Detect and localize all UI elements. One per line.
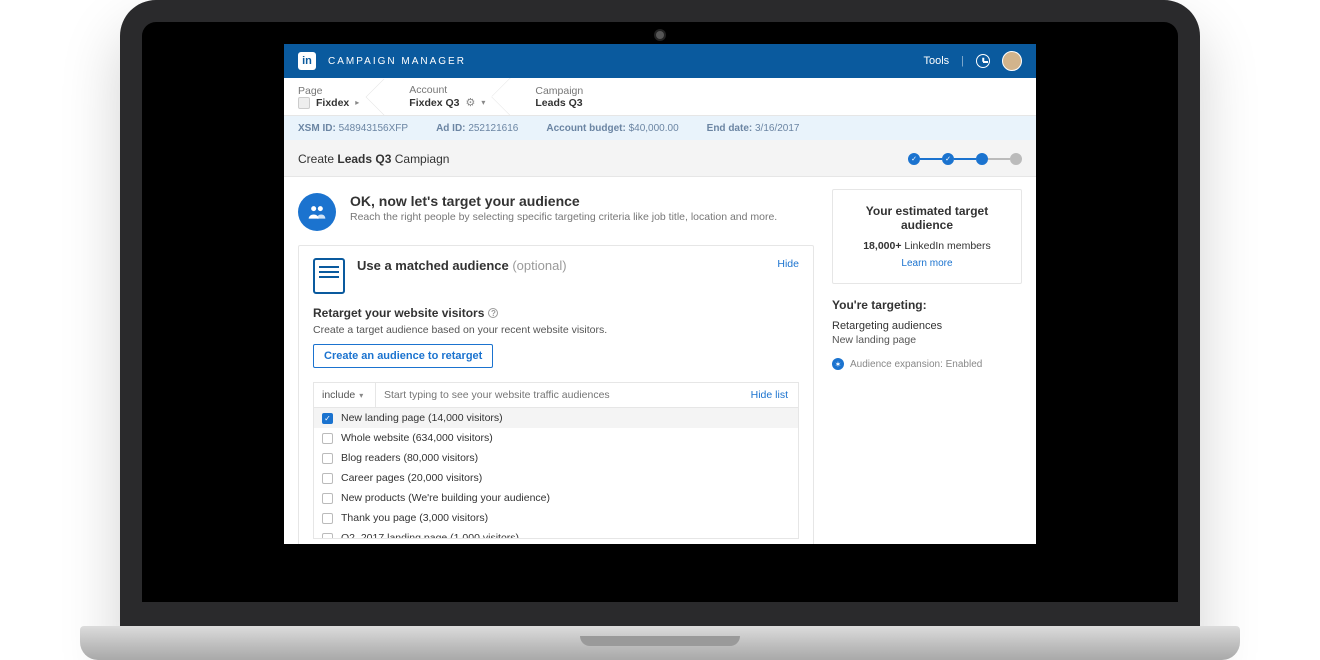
create-audience-button[interactable]: Create an audience to retarget	[313, 344, 493, 368]
expansion-icon: ✶	[832, 358, 844, 370]
laptop-base	[80, 626, 1240, 660]
hide-panel-link[interactable]: Hide	[777, 258, 799, 270]
audience-search-input[interactable]	[376, 383, 741, 407]
laptop-camera	[656, 31, 664, 39]
hide-list-link[interactable]: Hide list	[741, 383, 798, 407]
audience-label: New products (We're building your audien…	[341, 492, 550, 504]
estimate-card: Your estimated target audience 18,000+ L…	[832, 189, 1022, 284]
info-icon[interactable]: ?	[488, 308, 498, 318]
audience-expansion-status: ✶ Audience expansion: Enabled	[832, 358, 1022, 370]
audience-checkbox[interactable]	[322, 433, 333, 444]
progress-stepper	[908, 153, 1022, 165]
people-icon	[298, 193, 336, 231]
tools-link[interactable]: Tools	[923, 55, 949, 67]
audience-checkbox[interactable]	[322, 513, 333, 524]
audience-label: Whole website (634,000 visitors)	[341, 432, 493, 444]
audience-row[interactable]: New landing page (14,000 visitors)	[314, 408, 798, 428]
divider: |	[961, 55, 964, 67]
audience-checkbox[interactable]	[322, 453, 333, 464]
step-1	[908, 153, 920, 165]
targeting-line-2: New landing page	[832, 334, 1022, 346]
page-title: Create Leads Q3 Campiagn	[298, 152, 449, 166]
section-description: Reach the right people by selecting spec…	[350, 211, 777, 223]
step-3-current	[976, 153, 988, 165]
section-heading: OK, now let's target your audience	[350, 193, 777, 209]
audience-row[interactable]: Career pages (20,000 visitors)	[314, 468, 798, 488]
app-viewport: in CAMPAIGN MANAGER Tools | Page Fixdex▸…	[284, 44, 1036, 544]
crumb-campaign[interactable]: Campaign Leads Q3	[535, 85, 609, 109]
audience-row[interactable]: Whole website (634,000 visitors)	[314, 428, 798, 448]
audience-row[interactable]: Q2_2017 landing page (1,000 visitors)	[314, 528, 798, 538]
step-4	[1010, 153, 1022, 165]
audience-label: Thank you page (3,000 visitors)	[341, 512, 488, 524]
audience-checkbox[interactable]	[322, 533, 333, 539]
targeting-heading: You're targeting:	[832, 298, 1022, 312]
crumb-account[interactable]: Account Fixdex Q3⚙▾	[409, 84, 511, 109]
avatar[interactable]	[1002, 51, 1022, 71]
audience-label: Career pages (20,000 visitors)	[341, 472, 482, 484]
audience-row[interactable]: Blog readers (80,000 visitors)	[314, 448, 798, 468]
gear-icon[interactable]: ⚙	[465, 96, 475, 109]
chevron-down-icon: ▾	[359, 391, 363, 400]
learn-more-link[interactable]: Learn more	[901, 258, 952, 269]
include-dropdown[interactable]: include▾	[314, 383, 376, 407]
panel-title: Use a matched audience (optional)	[357, 258, 567, 273]
audience-row[interactable]: New products (We're building your audien…	[314, 488, 798, 508]
matched-audience-panel: Use a matched audience (optional) Hide R…	[298, 245, 814, 544]
contacts-icon	[313, 258, 345, 294]
clock-icon[interactable]	[976, 54, 990, 68]
retarget-desc: Create a target audience based on your r…	[313, 324, 799, 336]
audience-row[interactable]: Thank you page (3,000 visitors)	[314, 508, 798, 528]
app-title: CAMPAIGN MANAGER	[328, 56, 466, 67]
retarget-title: Retarget your website visitors ?	[313, 306, 799, 320]
audience-label: Q2_2017 landing page (1,000 visitors)	[341, 532, 519, 538]
audience-checkbox[interactable]	[322, 473, 333, 484]
crumb-page[interactable]: Page Fixdex▸	[298, 85, 385, 109]
step-2	[942, 153, 954, 165]
audience-label: Blog readers (80,000 visitors)	[341, 452, 478, 464]
breadcrumb: Page Fixdex▸ Account Fixdex Q3⚙▾ Campaig…	[284, 78, 1036, 116]
audience-checkbox[interactable]	[322, 413, 333, 424]
page-icon	[298, 97, 310, 109]
audiences-table: include▾ Hide list New landing page (14,…	[313, 382, 799, 539]
audience-checkbox[interactable]	[322, 493, 333, 504]
global-header: in CAMPAIGN MANAGER Tools |	[284, 44, 1036, 78]
targeting-line-1: Retargeting audiences	[832, 320, 1022, 332]
chevron-right-icon: ▸	[355, 98, 359, 107]
linkedin-logo-icon: in	[298, 52, 316, 70]
audience-label: New landing page (14,000 visitors)	[341, 412, 503, 424]
chevron-down-icon: ▾	[481, 98, 485, 107]
info-strip: XSM ID: 548943156XFP Ad ID: 252121616 Ac…	[284, 116, 1036, 140]
